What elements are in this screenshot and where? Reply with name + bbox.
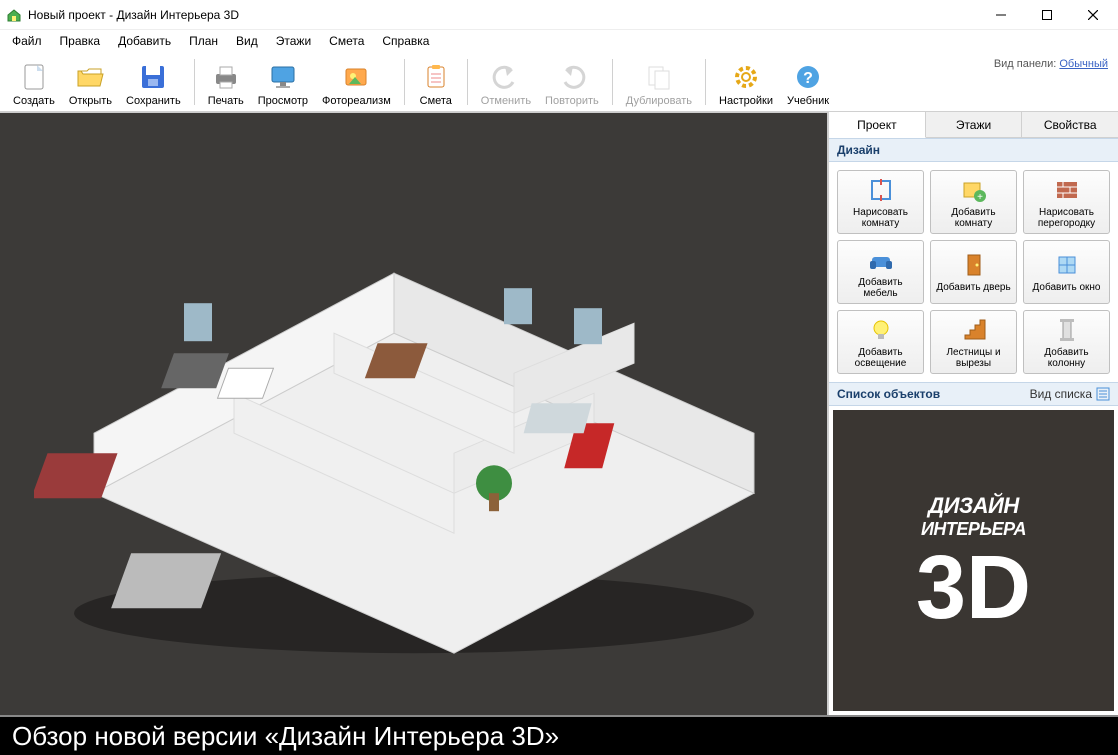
- btn-add-door[interactable]: Добавить дверь: [930, 240, 1017, 304]
- column-icon: [1053, 316, 1081, 344]
- menu-estimate[interactable]: Смета: [321, 32, 372, 50]
- close-button[interactable]: [1070, 0, 1116, 30]
- render-icon: [340, 61, 372, 93]
- maximize-button[interactable]: [1024, 0, 1070, 30]
- undo-icon: [490, 61, 522, 93]
- redo-icon: [556, 61, 588, 93]
- toolbar-separator: [612, 59, 613, 105]
- lightbulb-icon: [867, 316, 895, 344]
- side-panel: Проект Этажи Свойства Дизайн Нарисовать …: [828, 112, 1118, 715]
- menu-add[interactable]: Добавить: [110, 32, 179, 50]
- floorplan-preview: [34, 133, 794, 673]
- app-icon: [6, 7, 22, 23]
- toolbar-undo[interactable]: Отменить: [474, 54, 538, 110]
- window-title: Новый проект - Дизайн Интерьера 3D: [28, 8, 978, 22]
- help-icon: ?: [792, 61, 824, 93]
- toolbar-tutorial[interactable]: ? Учебник: [780, 54, 836, 110]
- panel-mode: Вид панели: Обычный: [994, 58, 1108, 70]
- panel-mode-link[interactable]: Обычный: [1059, 58, 1108, 70]
- tab-properties[interactable]: Свойства: [1022, 112, 1118, 137]
- footer-caption: Обзор новой версии «Дизайн Интерьера 3D»: [0, 715, 1118, 755]
- menu-edit[interactable]: Правка: [52, 32, 109, 50]
- list-view-icon[interactable]: [1096, 387, 1110, 401]
- toolbar: Создать Открыть Сохранить Печать Просмот…: [0, 52, 1118, 112]
- clipboard-icon: [420, 61, 452, 93]
- toolbar-estimate[interactable]: Смета: [411, 54, 461, 110]
- content-area: Проект Этажи Свойства Дизайн Нарисовать …: [0, 112, 1118, 715]
- btn-add-room[interactable]: + Добавить комнату: [930, 170, 1017, 234]
- title-bar: Новый проект - Дизайн Интерьера 3D: [0, 0, 1118, 30]
- toolbar-separator: [194, 59, 195, 105]
- draw-room-icon: [867, 176, 895, 204]
- toolbar-redo[interactable]: Повторить: [538, 54, 606, 110]
- svg-text:?: ?: [803, 70, 813, 87]
- design-button-grid: Нарисовать комнату + Добавить комнату На…: [829, 162, 1118, 382]
- btn-add-column[interactable]: Добавить колонну: [1023, 310, 1110, 374]
- menu-plan[interactable]: План: [181, 32, 226, 50]
- minimize-button[interactable]: [978, 0, 1024, 30]
- gear-icon: [730, 61, 762, 93]
- btn-draw-partition[interactable]: Нарисовать перегородку: [1023, 170, 1110, 234]
- toolbar-duplicate[interactable]: Дублировать: [619, 54, 699, 110]
- window-icon: [1053, 251, 1081, 279]
- toolbar-settings[interactable]: Настройки: [712, 54, 780, 110]
- menu-file[interactable]: Файл: [4, 32, 50, 50]
- save-icon: [137, 61, 169, 93]
- 3d-viewport[interactable]: [0, 112, 828, 715]
- toolbar-preview[interactable]: Просмотр: [251, 54, 315, 110]
- toolbar-open[interactable]: Открыть: [62, 54, 119, 110]
- sofa-icon: [867, 246, 895, 274]
- btn-stairs-cutouts[interactable]: Лестницы и вырезы: [930, 310, 1017, 374]
- menu-floors[interactable]: Этажи: [268, 32, 319, 50]
- print-icon: [210, 61, 242, 93]
- monitor-icon: [267, 61, 299, 93]
- brick-wall-icon: [1053, 176, 1081, 204]
- toolbar-new[interactable]: Создать: [6, 54, 62, 110]
- toolbar-print[interactable]: Печать: [201, 54, 251, 110]
- duplicate-icon: [643, 61, 675, 93]
- tab-project[interactable]: Проект: [829, 112, 926, 138]
- new-file-icon: [18, 61, 50, 93]
- btn-add-window[interactable]: Добавить окно: [1023, 240, 1110, 304]
- menu-view[interactable]: Вид: [228, 32, 266, 50]
- promo-panel: ДИЗАЙН ИНТЕРЬЕРА 3D: [833, 410, 1114, 711]
- toolbar-separator: [404, 59, 405, 105]
- folder-open-icon: [74, 61, 106, 93]
- add-room-icon: +: [960, 176, 988, 204]
- svg-text:+: +: [977, 192, 983, 203]
- object-list-viewmode-label: Вид списка: [1030, 387, 1092, 401]
- tab-floors[interactable]: Этажи: [926, 112, 1023, 137]
- menu-bar: Файл Правка Добавить План Вид Этажи Смет…: [0, 30, 1118, 52]
- toolbar-save[interactable]: Сохранить: [119, 54, 188, 110]
- sidepanel-tabs: Проект Этажи Свойства: [829, 112, 1118, 138]
- btn-add-furniture[interactable]: Добавить мебель: [837, 240, 924, 304]
- btn-add-lighting[interactable]: Добавить освещение: [837, 310, 924, 374]
- menu-help[interactable]: Справка: [374, 32, 437, 50]
- design-section-header: Дизайн: [829, 138, 1118, 162]
- btn-draw-room[interactable]: Нарисовать комнату: [837, 170, 924, 234]
- toolbar-photorealism[interactable]: Фотореализм: [315, 54, 398, 110]
- toolbar-separator: [467, 59, 468, 105]
- object-list-header: Список объектов Вид списка: [829, 382, 1118, 406]
- door-icon: [960, 251, 988, 279]
- toolbar-separator: [705, 59, 706, 105]
- stairs-icon: [960, 316, 988, 344]
